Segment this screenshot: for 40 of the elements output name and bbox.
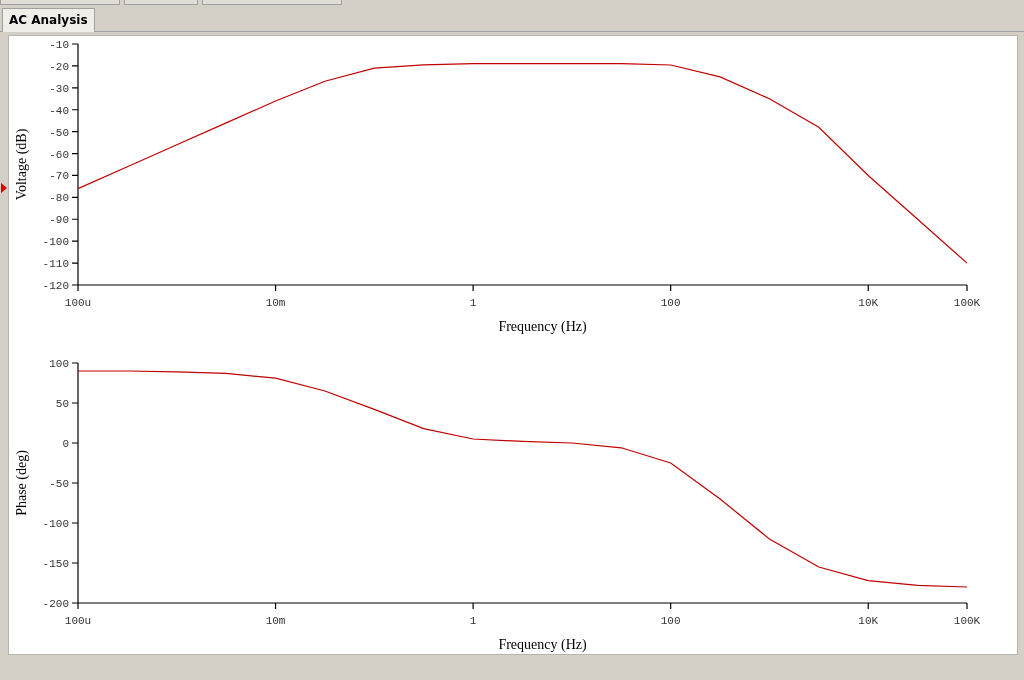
x-tick-label: 10m — [265, 297, 286, 309]
y-tick-label: -80 — [49, 192, 69, 205]
x-tick-label: 10K — [858, 615, 879, 627]
x-tick-label: 1 — [469, 297, 477, 309]
x-tick-label: 10m — [265, 615, 286, 627]
y-tick-label: -70 — [49, 170, 69, 183]
y-axis-label: Phase (deg) — [14, 450, 29, 516]
marker-icon — [1, 183, 7, 193]
y-tick-label: -10 — [49, 39, 69, 51]
tab[interactable] — [202, 0, 342, 5]
tab[interactable]: AC Analysis — [2, 8, 95, 32]
y-tick-label: -30 — [49, 82, 69, 95]
x-axis-label: Frequency (Hz) — [498, 319, 587, 334]
y-tick-label: 100 — [49, 358, 69, 370]
y-tick-label: -100 — [42, 236, 69, 249]
x-tick-label: 1 — [469, 615, 477, 627]
y-tick-label: -200 — [42, 598, 69, 610]
x-tick-label: 100K — [953, 615, 981, 627]
x-tick-label: 100u — [64, 615, 92, 627]
x-tick-label: 100 — [660, 615, 681, 627]
x-tick-label: 100u — [64, 297, 92, 309]
y-tick-label: -20 — [49, 60, 69, 73]
x-tick-label: 100 — [660, 297, 681, 309]
y-tick-label: -110 — [42, 258, 69, 271]
y-tick-label: -40 — [49, 104, 69, 117]
y-tick-label: -50 — [49, 478, 69, 490]
y-tick-label: -100 — [42, 518, 69, 530]
y-axis-label: Voltage (dB) — [14, 128, 29, 201]
x-tick-label: 10K — [858, 297, 879, 309]
y-tick-label: 50 — [55, 398, 69, 410]
x-axis-label: Frequency (Hz) — [498, 637, 587, 652]
y-tick-label: -60 — [49, 148, 69, 161]
tab[interactable] — [0, 0, 120, 5]
x-tick-label: 100K — [953, 297, 981, 309]
y-tick-label: -50 — [49, 126, 69, 139]
y-tick-label: 0 — [62, 438, 69, 450]
y-tick-label: -90 — [49, 214, 69, 227]
tab[interactable] — [124, 0, 198, 5]
y-tick-label: -150 — [42, 558, 69, 570]
y-tick-label: -120 — [42, 280, 69, 292]
